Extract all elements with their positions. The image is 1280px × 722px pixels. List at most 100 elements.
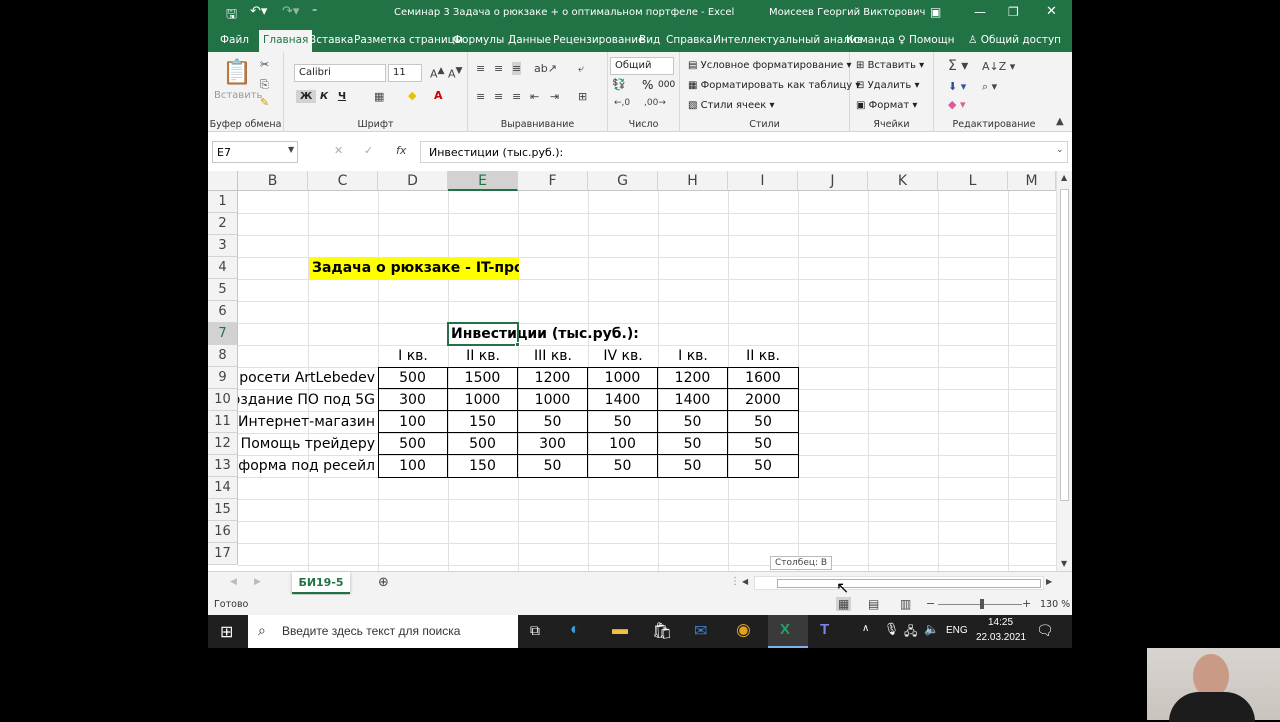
row-header[interactable]: 3 — [208, 235, 238, 257]
decrease-indent-icon[interactable]: ⇤ — [530, 90, 539, 103]
col-header-h[interactable]: H — [658, 171, 728, 191]
data-cell[interactable]: 1500 — [448, 367, 518, 389]
data-cell[interactable]: 50 — [658, 433, 728, 455]
clear-icon[interactable]: ◆ ▾ — [948, 98, 965, 111]
currency-icon[interactable]: 💱 — [612, 78, 626, 91]
delete-cells-button[interactable]: ⊟ Удалить ▾ — [856, 80, 920, 91]
zoom-out-icon[interactable]: − — [926, 597, 935, 610]
align-right-icon[interactable]: ≡ — [512, 90, 521, 103]
chrome-icon[interactable]: ◉ — [736, 620, 751, 640]
paste-icon[interactable]: 📋 — [222, 58, 252, 86]
sort-filter-icon[interactable]: A↓Z ▾ — [982, 60, 1015, 73]
col-header-f[interactable]: F — [518, 171, 588, 191]
data-cell[interactable]: 100 — [378, 455, 448, 477]
borders-icon[interactable]: ▦ — [374, 90, 384, 103]
zoom-in-icon[interactable]: + — [1022, 597, 1031, 610]
teams-icon[interactable]: T — [820, 621, 829, 638]
scroll-down-icon[interactable]: ▼ — [1061, 559, 1067, 568]
name-box-dropdown-icon[interactable]: ▼ — [288, 145, 294, 154]
project-name[interactable]: Нейросети ArtLebedev — [238, 367, 378, 389]
data-cell[interactable]: 1000 — [448, 389, 518, 411]
vertical-scrollbar[interactable]: ▲ ▼ — [1056, 171, 1072, 571]
data-cell[interactable]: 50 — [588, 455, 658, 477]
autosum-icon[interactable]: Σ ▾ — [948, 58, 968, 74]
project-name[interactable]: Платформа под ресейл — [238, 455, 378, 477]
row-header[interactable]: 17 — [208, 543, 238, 565]
cell-styles-button[interactable]: ▧ Стили ячеек ▾ — [688, 100, 775, 111]
tab-team[interactable]: Команда — [846, 34, 895, 46]
language-indicator[interactable]: ENG — [946, 625, 968, 636]
col-header-j[interactable]: J — [798, 171, 868, 191]
data-cell[interactable]: 1000 — [518, 389, 588, 411]
ribbon-display-icon[interactable]: ▣ — [930, 5, 941, 19]
share-button[interactable]: ♙ Общий доступ — [968, 34, 1061, 46]
row-header[interactable]: 14 — [208, 477, 238, 499]
row-header[interactable]: 7 — [208, 323, 238, 345]
add-sheet-icon[interactable]: ⊕ — [378, 575, 389, 590]
col-header-c[interactable]: C — [308, 171, 378, 191]
data-cell[interactable]: 50 — [728, 433, 798, 455]
thousands-button[interactable]: 000 — [658, 80, 675, 90]
insert-cells-button[interactable]: ⊞ Вставить ▾ — [856, 60, 924, 71]
page-layout-icon[interactable]: ▤ — [868, 597, 879, 611]
volume-icon[interactable]: 🔈 — [924, 622, 939, 636]
insert-function-icon[interactable]: fx — [396, 144, 406, 157]
fill-color-icon[interactable]: ◆ — [408, 89, 416, 102]
project-name[interactable]: Создание ПО под 5G — [238, 389, 378, 411]
excel-taskbar-button[interactable]: X — [768, 615, 808, 648]
align-center-icon[interactable]: ≡ — [494, 90, 503, 103]
tab-data[interactable]: Данные — [508, 34, 551, 46]
tab-view[interactable]: Вид — [639, 34, 660, 46]
normal-view-icon[interactable]: ▦ — [836, 597, 852, 611]
tab-file[interactable]: Файл — [220, 34, 249, 46]
data-cell[interactable]: 1600 — [728, 367, 798, 389]
undo-icon[interactable]: ↶▾ — [250, 4, 267, 19]
align-top-icon[interactable]: ≡ — [476, 62, 485, 75]
col-header-i[interactable]: I — [728, 171, 798, 191]
data-cell[interactable]: 1400 — [658, 389, 728, 411]
data-cell[interactable]: 150 — [448, 455, 518, 477]
align-middle-icon[interactable]: ≡ — [494, 62, 503, 75]
align-bottom-icon[interactable]: ≡ — [512, 62, 522, 75]
microphone-icon[interactable]: 🎙 — [884, 622, 899, 636]
data-cell[interactable]: 1400 — [588, 389, 658, 411]
save-icon[interactable]: 🖫 — [226, 5, 237, 27]
row-header[interactable]: 15 — [208, 499, 238, 521]
close-icon[interactable]: ✕ — [1046, 4, 1057, 19]
col-header-e[interactable]: E — [448, 171, 518, 191]
clock-date[interactable]: 22.03.2021 — [976, 632, 1026, 643]
row-header[interactable]: 10 — [208, 389, 238, 411]
data-cell[interactable]: 50 — [658, 411, 728, 433]
align-left-icon[interactable]: ≡ — [476, 90, 485, 103]
merge-cells-icon[interactable]: ⊞ — [578, 90, 587, 103]
data-cell[interactable]: 2000 — [728, 389, 798, 411]
restore-icon[interactable]: ❐ — [1008, 5, 1019, 19]
formula-input[interactable]: Инвестиции (тыс.руб.): — [420, 141, 1068, 163]
notifications-icon[interactable]: 🗨 — [1036, 622, 1054, 639]
row-header[interactable]: 16 — [208, 521, 238, 543]
cut-icon[interactable]: ✂ — [260, 58, 269, 71]
row-header[interactable]: 4 — [208, 257, 238, 279]
tab-formulas[interactable]: Формулы — [453, 34, 504, 46]
data-cell[interactable]: 500 — [448, 433, 518, 455]
format-cells-button[interactable]: ▣ Формат ▾ — [856, 100, 917, 111]
tab-insert[interactable]: Вставка — [309, 34, 354, 46]
row-header[interactable]: 11 — [208, 411, 238, 433]
data-cell[interactable]: 50 — [518, 411, 588, 433]
row-header[interactable]: 13 — [208, 455, 238, 477]
data-cell[interactable]: 500 — [378, 433, 448, 455]
tray-expand-icon[interactable]: ∧ — [862, 623, 869, 634]
data-cell[interactable]: 500 — [378, 367, 448, 389]
collapse-ribbon-icon[interactable]: ▲ — [1056, 116, 1064, 127]
sheet-title[interactable]: Задача о рюкзаке - IT-проекты — [309, 257, 519, 279]
row-header[interactable]: 12 — [208, 433, 238, 455]
clock-time[interactable]: 14:25 — [988, 617, 1013, 628]
windows-start-icon[interactable]: ⊞ — [220, 622, 233, 642]
conditional-formatting-button[interactable]: ▤ Условное форматирование ▾ — [688, 60, 852, 71]
row-header[interactable]: 2 — [208, 213, 238, 235]
cancel-icon[interactable]: ✕ — [334, 144, 343, 157]
quarter-header[interactable]: IV кв. — [588, 345, 658, 367]
increase-decimal-icon[interactable]: ←,0 — [614, 98, 630, 108]
row-header[interactable]: 9 — [208, 367, 238, 389]
decrease-decimal-icon[interactable]: ,00→ — [644, 98, 666, 108]
